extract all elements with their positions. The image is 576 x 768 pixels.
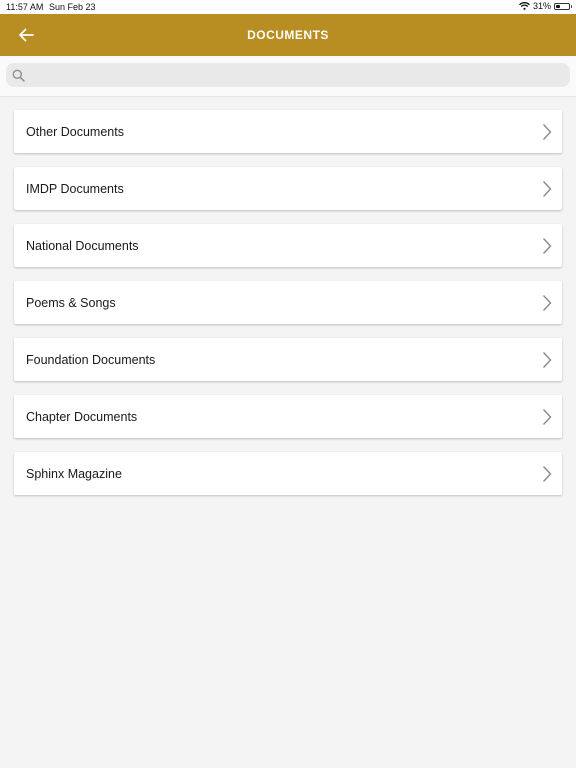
search-input[interactable] (25, 64, 570, 86)
list-item-label: Poems & Songs (26, 295, 116, 310)
list-item-chapter-documents[interactable]: Chapter Documents (14, 395, 562, 438)
battery-percent: 31% (532, 1, 551, 11)
chevron-right-icon (542, 124, 552, 140)
chevron-right-icon (542, 295, 552, 311)
list-item-national-documents[interactable]: National Documents (14, 224, 562, 267)
app-header: DOCUMENTS (0, 14, 576, 56)
chevron-right-icon (542, 409, 552, 425)
list-item-foundation-documents[interactable]: Foundation Documents (14, 338, 562, 381)
search-box[interactable] (6, 63, 570, 87)
status-indicators: 31% (519, 1, 572, 11)
list-item-label: Foundation Documents (26, 352, 156, 367)
list-item-label: Other Documents (26, 124, 124, 139)
list-item-poems-songs[interactable]: Poems & Songs (14, 281, 562, 324)
list-item-label: National Documents (26, 238, 139, 253)
search-icon (12, 69, 25, 82)
page-title: DOCUMENTS (247, 28, 329, 42)
list-item-label: Sphinx Magazine (26, 466, 122, 481)
chevron-right-icon (542, 466, 552, 482)
chevron-right-icon (542, 238, 552, 254)
chevron-right-icon (542, 181, 552, 197)
list-item-label: Chapter Documents (26, 409, 138, 424)
search-bar (0, 56, 576, 97)
battery-level (556, 4, 560, 8)
wifi-icon (519, 2, 530, 10)
status-bar: 11:57 AM Sun Feb 23 31% (0, 0, 576, 14)
battery-icon (554, 2, 572, 10)
status-date: Sun Feb 23 (49, 2, 96, 12)
list-item-other-documents[interactable]: Other Documents (14, 110, 562, 153)
list-item-label: IMDP Documents (26, 181, 124, 196)
status-time: 11:57 AM (6, 2, 44, 12)
list-item-sphinx-magazine[interactable]: Sphinx Magazine (14, 452, 562, 495)
documents-list: Other Documents IMDP Documents National … (14, 110, 562, 509)
chevron-right-icon (542, 352, 552, 368)
list-item-imdp-documents[interactable]: IMDP Documents (14, 167, 562, 210)
